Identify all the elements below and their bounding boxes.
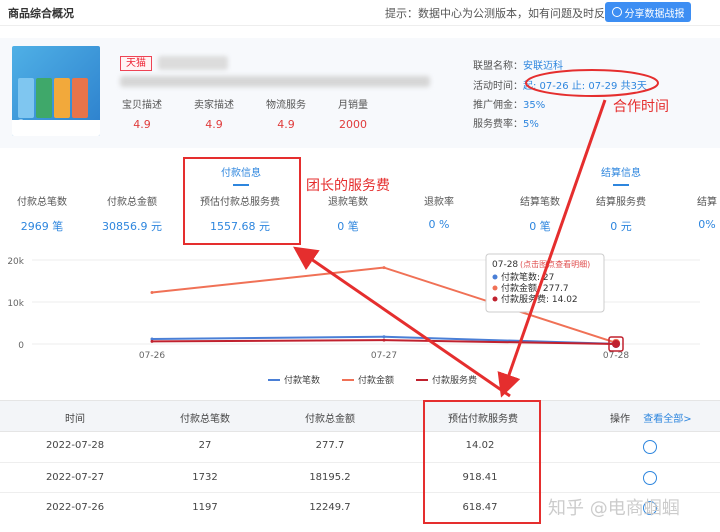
share-label: 分享数据战报 — [624, 8, 685, 20]
blurred-product-title — [120, 76, 430, 87]
beta-hint: 提示：数据中心为公测版本，如有问题及时反馈 — [385, 7, 616, 20]
y-tick-label: 10k — [7, 299, 24, 309]
annotation-coop-time: 合作时间 — [613, 99, 669, 115]
col-header-action: 操作 — [610, 414, 630, 425]
metric-item-desc: 宝贝描述 4.9 — [122, 100, 162, 131]
stat-refund-rate: 退款率 0 % — [424, 197, 454, 231]
data-point — [150, 291, 154, 295]
table-row-2-amount: 18195.2 — [309, 472, 351, 483]
legend-label: 付款服务费 — [432, 374, 477, 386]
tooltip-note: (点击图点查看明细) — [520, 259, 590, 269]
table-row-2-date: 2022-07-27 — [45, 472, 105, 483]
table-row-1-amount: 277.7 — [315, 440, 345, 451]
detail-chart-icon[interactable] — [643, 471, 657, 485]
table-row-3-amount: 12249.7 — [309, 502, 351, 513]
data-point — [382, 338, 386, 342]
annotation-box-stat — [183, 157, 301, 245]
tooltip-bullet — [492, 285, 498, 291]
x-tick-label: 07-28 — [603, 351, 629, 361]
legend-label: 付款金额 — [358, 374, 394, 386]
tooltip-title: 07-28 — [492, 260, 518, 270]
x-tick-label: 07-27 — [371, 351, 397, 361]
y-tick-label: 0 — [18, 341, 24, 351]
legend-label: 付款笔数 — [284, 374, 320, 386]
stat-settlement-rate: 结算 0% — [697, 197, 717, 231]
annotation-box-table — [423, 400, 541, 524]
metric-monthly-sales: 月销量 2000 — [338, 100, 368, 131]
x-tick-label: 07-26 — [139, 351, 165, 361]
view-all-link[interactable]: 查看全部> — [640, 410, 695, 425]
table-row-1-count: 27 — [198, 440, 212, 451]
alliance-link[interactable]: 安联迈科 — [523, 61, 563, 72]
col-header-count: 付款总笔数 — [180, 414, 230, 425]
watermark: 知乎 @电商蝈蝈 — [548, 498, 680, 519]
data-point — [382, 335, 386, 339]
tab-settlement-info[interactable]: 结算信息 — [595, 164, 647, 186]
metric-seller-desc: 卖家描述 4.9 — [194, 100, 234, 131]
blurred-shop-name — [158, 56, 228, 70]
info-commission: 推广佣金：35% — [473, 100, 546, 111]
detail-chart-icon[interactable] — [643, 440, 657, 454]
product-panel: 8 — [0, 38, 720, 148]
data-point — [612, 339, 620, 348]
info-alliance: 联盟名称：安联迈科 — [473, 61, 563, 72]
tooltip-bullet — [492, 274, 498, 280]
top-bar: 商品综合概况 提示：数据中心为公测版本，如有问题及时反馈 分享数据战报 — [0, 0, 720, 26]
table-row-2-count: 1732 — [192, 472, 218, 483]
data-point — [150, 339, 154, 343]
col-header-date: 时间 — [65, 414, 85, 425]
table-row-3-date: 2022-07-26 — [45, 502, 105, 513]
metric-logistics: 物流服务 4.9 — [266, 100, 306, 131]
annotation-service-fee: 团长的服务费 — [306, 178, 390, 194]
stat-refund-count: 退款笔数 0 笔 — [328, 197, 368, 233]
tooltip-bullet — [492, 296, 498, 302]
info-activity-time: 活动时间：起: 07-26 止: 07-29 共3天 — [473, 81, 647, 92]
share-icon — [611, 7, 622, 17]
product-image-badge: 8 — [15, 118, 25, 134]
share-report-button[interactable]: 分享数据战报 — [605, 2, 691, 22]
col-header-amount: 付款总金额 — [305, 414, 355, 425]
tooltip-line: 付款笔数: 27 — [501, 271, 554, 283]
stat-settlement-fee: 结算服务费 0 元 — [596, 197, 646, 233]
info-service-rate: 服务费率：5% — [473, 119, 539, 130]
data-point — [382, 266, 386, 270]
stat-payment-amount: 付款总金额 30856.9 元 — [102, 197, 162, 233]
y-tick-label: 20k — [7, 257, 24, 267]
tmall-tag: 天猫 — [120, 56, 152, 71]
product-image[interactable]: 8 — [12, 46, 100, 136]
table-row-3-count: 1197 — [192, 502, 218, 513]
page-title: 商品综合概况 — [8, 7, 74, 20]
stat-payment-count: 付款总笔数 2969 笔 — [17, 197, 67, 233]
stat-settlement-count: 结算笔数 0 笔 — [520, 197, 560, 233]
tooltip-line: 付款金额: 277.7 — [501, 282, 569, 294]
trend-line-chart[interactable]: 20k 10k 0 07-26 07-27 07-28 付款笔数 付款金额 付款服务费 07-28… — [0, 248, 720, 398]
tooltip-line: 付款服务费: 14.02 — [501, 293, 578, 305]
table-row-1-date: 2022-07-28 — [45, 440, 105, 451]
